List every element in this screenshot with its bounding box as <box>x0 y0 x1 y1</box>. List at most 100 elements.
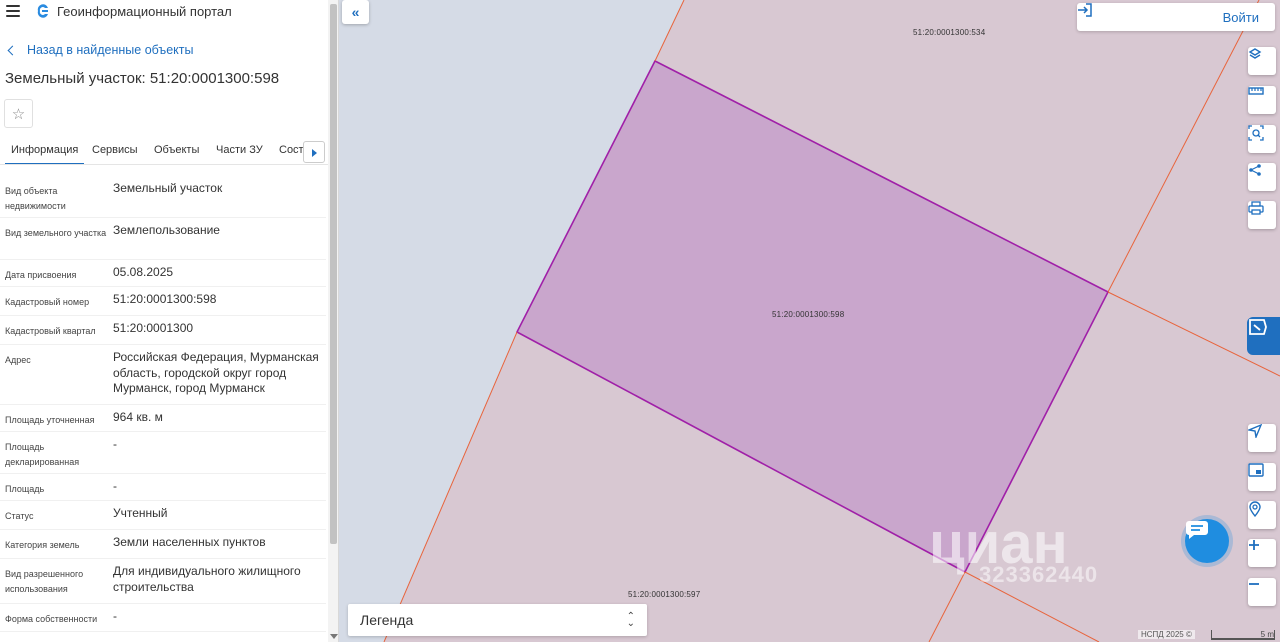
side-widget-tab[interactable] <box>1247 317 1280 355</box>
property-label: Вид разрешенного использования <box>5 569 84 594</box>
portal-logo-icon <box>37 4 48 18</box>
scroll-down-arrow-icon[interactable] <box>330 634 338 639</box>
app-root: Геоинформационный портал Назад в найденн… <box>0 0 1280 642</box>
layers-icon <box>1248 48 1262 59</box>
ruler-icon <box>1248 87 1264 95</box>
parcel-label-534: 51:20:0001300:534 <box>913 28 986 37</box>
minus-icon <box>1249 583 1259 585</box>
back-link-label: Назад в найденные объекты <box>27 43 194 57</box>
print-button[interactable] <box>1248 201 1276 229</box>
property-value: Землепользование <box>113 223 220 237</box>
property-label: Площадь уточненная <box>5 415 95 425</box>
property-row: Дата присвоения 05.08.2025 <box>0 260 326 287</box>
info-tabs: Информация Сервисы Объекты Части ЗУ Сост… <box>0 138 328 165</box>
minimap-button[interactable] <box>1248 463 1276 491</box>
property-value: Для индивидуального жилищного строительс… <box>113 564 301 594</box>
property-row: Кадастровый квартал 51:20:0001300 <box>0 316 326 345</box>
property-list: Вид объекта недвижимости Земельный участо… <box>0 176 326 632</box>
navigation-arrow-icon <box>1248 424 1262 438</box>
favorite-button[interactable]: ☆ <box>4 99 33 128</box>
parcel-label-598: 51:20:0001300:598 <box>772 310 845 319</box>
property-label: Вид объекта недвижимости <box>5 186 66 211</box>
tab-objects[interactable]: Объекты <box>154 144 199 156</box>
property-row: Площадь уточненная 964 кв. м <box>0 405 326 432</box>
double-chevron-left-icon: « <box>351 4 360 20</box>
chat-bubble-icon <box>1186 521 1208 539</box>
property-row: Категория земель Земли населенных пунктов <box>0 530 326 559</box>
tabs-scroll-right-button[interactable] <box>303 141 325 163</box>
property-row: Статус Учтенный <box>0 501 326 530</box>
printer-icon <box>1248 201 1264 215</box>
tab-information[interactable]: Информация <box>4 144 85 164</box>
property-value: - <box>113 437 117 451</box>
map-attribution: НСПД 2025 © <box>1138 630 1195 639</box>
scale-bar: 5 m <box>1211 630 1275 640</box>
minimap-icon <box>1248 463 1264 477</box>
area-search-button[interactable] <box>1248 125 1276 153</box>
legend-toggle[interactable]: Легенда ⌃ ⌄ <box>348 604 647 636</box>
share-icon <box>1249 164 1261 176</box>
expand-collapse-icon: ⌃ ⌄ <box>626 611 635 629</box>
property-row: Площадь - <box>0 474 326 501</box>
property-label: Форма собственности <box>5 614 98 624</box>
property-label: Категория земель <box>5 540 80 550</box>
object-title: Земельный участок: 51:20:0001300:598 <box>5 70 280 87</box>
property-label: Кадастровый квартал <box>5 326 96 336</box>
area-search-icon <box>1248 125 1264 141</box>
property-label: Статус <box>5 511 34 521</box>
property-label: Площадь <box>5 484 45 494</box>
property-value: 51:20:0001300:598 <box>113 292 217 306</box>
property-value: - <box>113 609 117 623</box>
property-value: Земли населенных пунктов <box>113 535 266 549</box>
scrollbar-thumb[interactable] <box>330 4 337 544</box>
panel-scrollbar[interactable] <box>328 0 338 642</box>
property-value: 51:20:0001300 <box>113 321 194 335</box>
measure-button[interactable] <box>1248 86 1276 114</box>
geolocation-button[interactable] <box>1248 424 1276 452</box>
share-button[interactable] <box>1248 163 1276 191</box>
location-pin-button[interactable] <box>1248 501 1276 529</box>
property-row: Адрес Российская Федерация, Мурманская об… <box>0 345 326 405</box>
layers-button[interactable] <box>1248 47 1276 75</box>
property-value: Учтенный <box>113 506 168 520</box>
portal-title: Геоинформационный портал <box>57 4 232 19</box>
property-label: Дата присвоения <box>5 270 77 280</box>
property-row: Вид разрешенного использования Для индиви… <box>0 559 326 604</box>
collapse-panel-button[interactable]: « <box>342 0 369 24</box>
property-value: 05.08.2025 <box>113 265 174 279</box>
legend-label: Легенда <box>360 612 414 628</box>
tab-services[interactable]: Сервисы <box>92 144 138 156</box>
plus-icon <box>1249 540 1259 550</box>
zoom-in-button[interactable] <box>1248 539 1276 567</box>
property-value: Российская Федерация, Мурманская область… <box>113 350 319 395</box>
panel-header: Геоинформационный портал <box>0 0 328 24</box>
location-pin-icon <box>1249 501 1261 517</box>
property-label: Адрес <box>5 355 31 365</box>
login-icon <box>1078 3 1092 17</box>
feedback-icon <box>1249 319 1267 335</box>
tab-parts[interactable]: Части ЗУ <box>216 144 263 156</box>
property-label: Вид земельного участка <box>5 228 107 238</box>
property-value: 964 кв. м <box>113 410 163 424</box>
property-row: Площадь декларированная - <box>0 432 326 474</box>
parcel-label-597: 51:20:0001300:597 <box>628 590 701 599</box>
property-value: - <box>113 479 117 493</box>
map-canvas <box>339 0 1280 642</box>
object-info-panel: Геоинформационный портал Назад в найденн… <box>0 0 339 642</box>
menu-icon[interactable] <box>6 5 20 17</box>
chevron-left-icon <box>7 45 18 55</box>
back-to-results-link[interactable]: Назад в найденные объекты <box>7 43 194 57</box>
property-row: Вид земельного участка Землепользование <box>0 218 326 260</box>
map-view[interactable]: 51:20:0001300:534 51:20:0001300:598 51:2… <box>339 0 1280 642</box>
property-label: Кадастровый номер <box>5 297 90 307</box>
property-value: Земельный участок <box>113 181 223 195</box>
star-icon: ☆ <box>11 105 26 123</box>
zoom-out-button[interactable] <box>1248 578 1276 606</box>
login-label: Войти <box>1222 9 1259 25</box>
property-row: Вид объекта недвижимости Земельный участо… <box>0 176 326 218</box>
property-label: Площадь декларированная <box>5 442 80 467</box>
property-row: Форма собственности - <box>0 604 326 632</box>
property-row: Кадастровый номер 51:20:0001300:598 <box>0 287 326 316</box>
chat-button[interactable] <box>1185 519 1229 563</box>
login-button[interactable]: Войти <box>1077 3 1275 31</box>
